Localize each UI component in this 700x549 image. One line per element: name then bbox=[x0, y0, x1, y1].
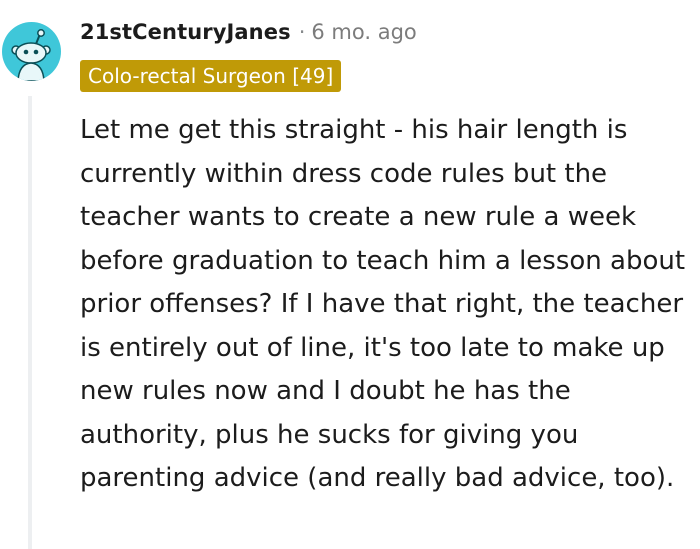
user-flair: Colo-rectal Surgeon [49] bbox=[80, 60, 342, 92]
timestamp[interactable]: 6 mo. ago bbox=[311, 20, 416, 44]
snoo-avatar-icon bbox=[11, 29, 51, 81]
comment-body: Let me get this straight - his hair leng… bbox=[80, 115, 686, 493]
username-link[interactable]: 21stCenturyJanes bbox=[80, 20, 291, 44]
comment: 21stCenturyJanes · 6 mo. ago Colo-rectal… bbox=[0, 0, 700, 549]
meta-separator: · bbox=[298, 20, 306, 44]
thread-line[interactable] bbox=[28, 96, 32, 549]
user-avatar[interactable] bbox=[2, 22, 61, 81]
comment-meta: 21stCenturyJanes · 6 mo. ago bbox=[80, 16, 417, 48]
